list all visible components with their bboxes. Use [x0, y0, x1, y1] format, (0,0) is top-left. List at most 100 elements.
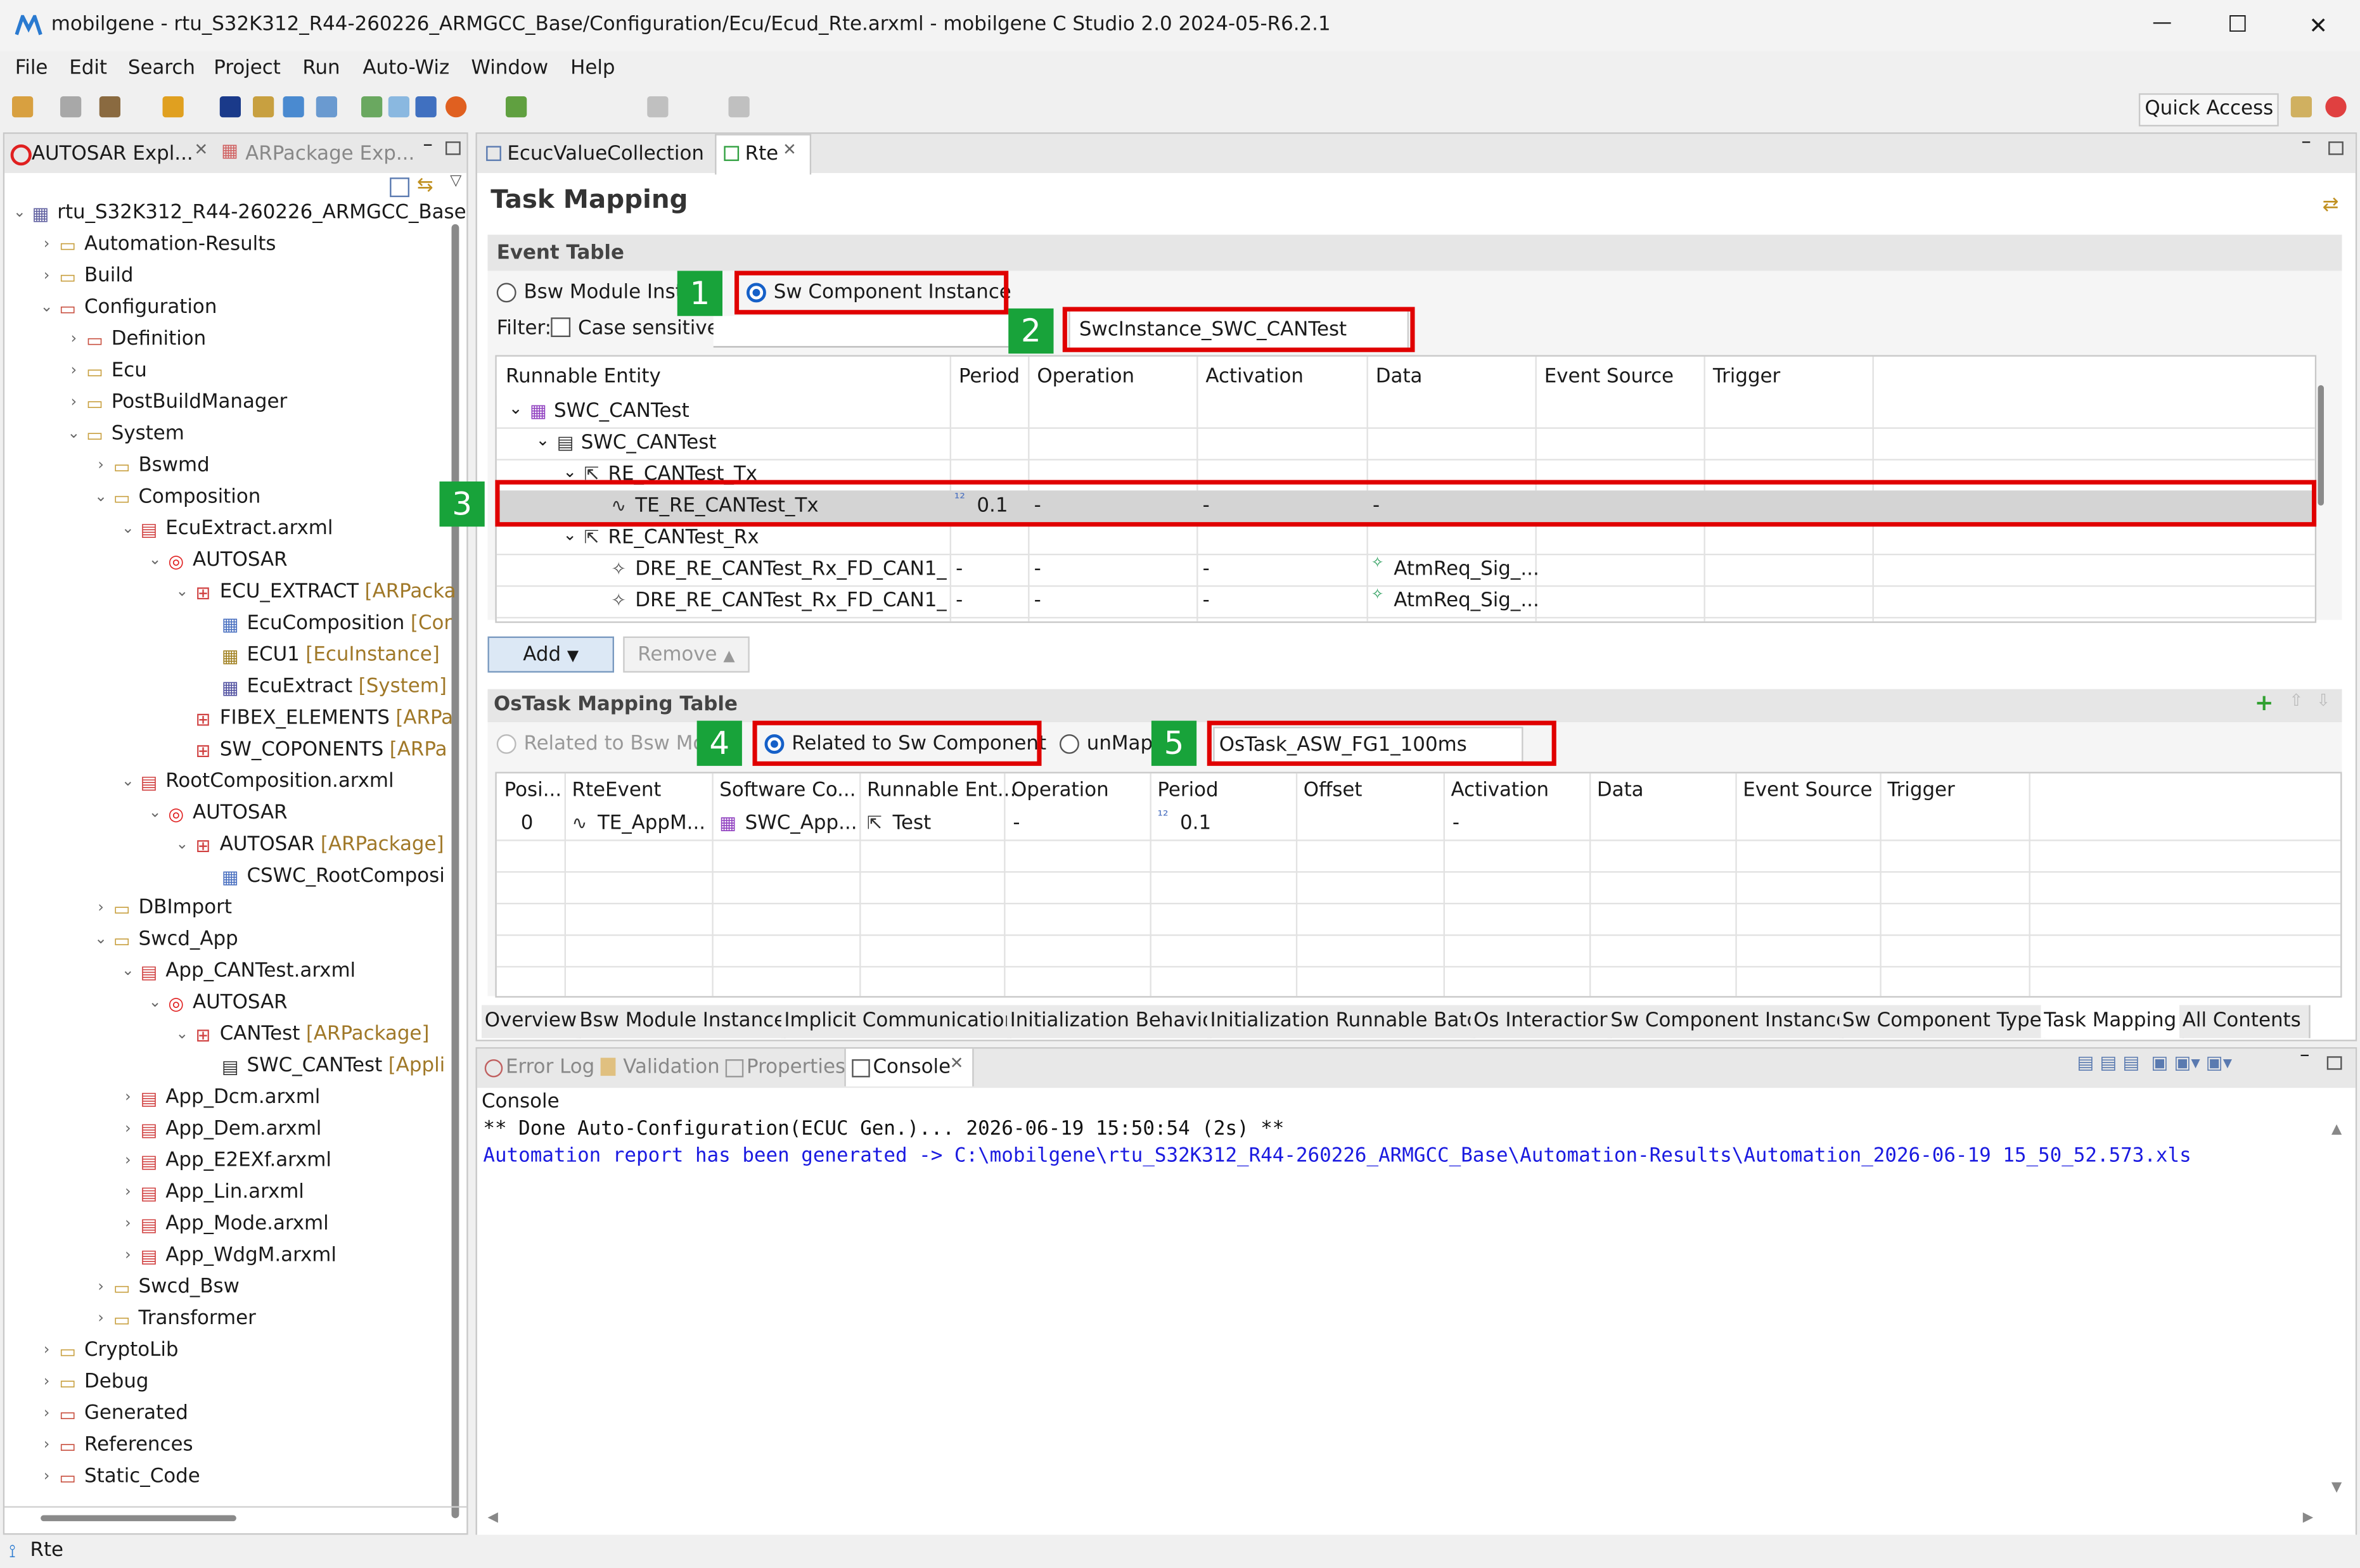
menu-project[interactable]: Project	[214, 57, 281, 80]
ostask-column-header[interactable]: Offset	[1304, 779, 1363, 802]
tab-rte[interactable]: Rte	[745, 143, 779, 166]
tree-item[interactable]: › ▭ Swcd_Bsw	[91, 1272, 246, 1303]
chevron-right-icon[interactable]: ›	[63, 362, 84, 379]
event-cell-activation[interactable]: -	[1203, 590, 1210, 613]
tree-item[interactable]: ⌄ ⊞ ECU_EXTRACT [ARPacka	[172, 577, 456, 608]
event-column-header[interactable]: Activation	[1205, 366, 1304, 388]
perspective-icon[interactable]	[2290, 96, 2312, 118]
event-row-name[interactable]: SWC_CANTest	[554, 400, 689, 423]
ostask-column-header[interactable]: Period	[1157, 779, 1218, 802]
ostask-cell-period[interactable]: 0.1	[1180, 813, 1211, 836]
event-cell-operation[interactable]: -	[1034, 590, 1041, 613]
collapse-all-icon[interactable]	[390, 177, 409, 198]
maximize-button[interactable]: ☐	[2228, 11, 2248, 38]
chevron-right-icon[interactable]: ›	[36, 1469, 57, 1485]
tree-item[interactable]: › ▭ Transformer	[91, 1303, 262, 1335]
tree-item[interactable]: ▦ CSWC_RootComposi	[199, 861, 451, 893]
tree-item[interactable]: › ▭ DBImport	[91, 892, 238, 924]
event-column-header[interactable]: Data	[1376, 366, 1423, 388]
console-toolbar-icons[interactable]: ▤ ▤ ▤ ▣ ▣▾ ▣▾	[2077, 1052, 2303, 1073]
chevron-down-icon[interactable]: ⌄	[144, 805, 165, 822]
tree-item[interactable]: › ▭ PostBuildManager	[63, 386, 293, 418]
ostask-column-header[interactable]: Operation	[1011, 779, 1109, 802]
tree-item[interactable]: ▦ ECU1 [EcuInstance]	[199, 639, 440, 671]
event-row-name[interactable]: RE_CANTest_Rx	[608, 526, 759, 549]
event-cell-operation[interactable]: -	[1034, 558, 1041, 581]
tree-item[interactable]: ⌄ ▭ Composition	[91, 481, 267, 513]
tree-item[interactable]: ⌄ ▤ EcuExtract.arxml	[117, 513, 339, 545]
add-icon[interactable]: +	[2255, 689, 2274, 717]
tree-item[interactable]: ⌄ ▭ System	[63, 418, 191, 450]
radio-related-to-bsw[interactable]	[496, 734, 516, 754]
minimize-editor-icon[interactable]: –	[2301, 131, 2311, 154]
tree-item[interactable]: ⊞ SW_COPONENTS [ARPa	[172, 734, 447, 766]
tree-item[interactable]: ▦ EcuComposition [Cor	[199, 608, 452, 640]
save-icon[interactable]	[60, 96, 82, 118]
tree-item[interactable]: ⌄ ◎ AUTOSAR	[144, 987, 293, 1019]
event-cell-data[interactable]: AtmReq_Sig_...	[1394, 558, 1539, 581]
radio-unmap[interactable]	[1060, 734, 1079, 754]
tab-error-log[interactable]: Error Log	[506, 1056, 594, 1079]
ostask-cell-runnable[interactable]: Test	[892, 813, 931, 836]
new-icon[interactable]	[12, 96, 34, 118]
event-cell-data[interactable]: AtmReq_Sig_...	[1394, 590, 1539, 613]
chevron-down-icon[interactable]: ⌄	[144, 552, 165, 569]
remove-button[interactable]: Remove ▲	[623, 636, 750, 673]
console-scroll-down-icon[interactable]: ▼	[2331, 1481, 2342, 1496]
tree-item[interactable]: ⊞ FIBEX_ELEMENTS [ARPa	[172, 703, 453, 734]
chevron-down-icon[interactable]: ⌄	[172, 837, 193, 853]
tab-autosar-explorer[interactable]: AUTOSAR Expl...	[32, 143, 193, 166]
tree-item[interactable]: › ▭ Generated	[36, 1398, 194, 1429]
ostask-column-header[interactable]: RteEvent	[572, 779, 662, 802]
tool-icon[interactable]	[415, 96, 437, 118]
tree-item[interactable]: › ▤ App_Dem.arxml	[117, 1114, 328, 1145]
tree-item[interactable]: ⌄ ▤ RootComposition.arxml	[117, 766, 400, 798]
chevron-right-icon[interactable]: ›	[63, 394, 84, 411]
tree-item[interactable]: › ▭ Build	[36, 260, 139, 292]
tab-arpackage-explorer[interactable]: ARPackage Exp...	[245, 143, 414, 166]
chevron-down-icon[interactable]: ⌄	[36, 300, 57, 316]
chevron-right-icon[interactable]: ›	[36, 236, 57, 253]
tree-item[interactable]: ⌄ ▭ Configuration	[36, 292, 223, 324]
chevron-right-icon[interactable]: ›	[91, 900, 112, 916]
tree-item[interactable]: › ▭ Ecu	[63, 355, 153, 387]
tab-overview[interactable]: Overview	[482, 1005, 581, 1038]
tree-item[interactable]: ⌄ ▭ Swcd_App	[91, 924, 245, 955]
refresh-icon[interactable]: ⇄	[2323, 194, 2339, 217]
menu-run[interactable]: Run	[302, 57, 340, 80]
menu-window[interactable]: Window	[471, 57, 548, 80]
close-icon[interactable]: ✕	[783, 140, 797, 160]
tab-ecuc-value-collection[interactable]: EcucValueCollection	[507, 143, 704, 166]
menu-search[interactable]: Search	[128, 57, 195, 80]
event-cell-period[interactable]: -	[956, 558, 963, 581]
tree-item[interactable]: ⌄ ▦ rtu_S32K312_R44-260226_ARMGCC_Base	[9, 197, 472, 229]
tree-item[interactable]: › ▤ App_Dcm.arxml	[117, 1082, 326, 1114]
tree-item[interactable]: › ▭ CryptoLib	[36, 1335, 184, 1367]
console-scroll-left-icon[interactable]: ◀	[488, 1511, 498, 1526]
chevron-right-icon[interactable]: ›	[36, 1437, 57, 1453]
view-menu-icon[interactable]: ▽	[450, 173, 461, 189]
chevron-right-icon[interactable]: ›	[117, 1121, 138, 1137]
tab-os-interaction[interactable]: Os Interaction	[1470, 1005, 1612, 1038]
tree-item[interactable]: › ▭ Definition	[63, 324, 212, 355]
ostask-cell-posi[interactable]: 0	[521, 813, 534, 836]
radio-bsw-module-instance[interactable]	[496, 283, 516, 303]
tree-horizontal-scrollbar[interactable]	[41, 1515, 236, 1522]
quick-access-input[interactable]: Quick Access	[2138, 93, 2280, 127]
filter-input[interactable]	[713, 316, 1009, 348]
autosar-perspective-icon[interactable]	[2325, 96, 2347, 118]
panel-icon[interactable]	[388, 96, 409, 118]
ostask-column-header[interactable]: Posi...	[504, 779, 562, 802]
move-down-icon[interactable]: ⇩	[2316, 691, 2330, 710]
ostask-column-header[interactable]: Event Source	[1743, 779, 1872, 802]
event-cell-period[interactable]: -	[956, 590, 963, 613]
run-icon[interactable]	[162, 96, 184, 118]
event-table-scrollbar[interactable]	[2318, 385, 2324, 506]
maximize-editor-icon[interactable]	[2328, 141, 2344, 155]
ostask-column-header[interactable]: Data	[1597, 779, 1644, 802]
maximize-console-icon[interactable]	[2326, 1056, 2342, 1070]
ostask-cell-software[interactable]: SWC_App...	[745, 813, 857, 836]
ostask-column-header[interactable]: Runnable Ent...	[867, 779, 1016, 802]
console-scroll-up-icon[interactable]: ▲	[2331, 1123, 2342, 1138]
chevron-down-icon[interactable]: ⌄	[172, 1026, 193, 1043]
